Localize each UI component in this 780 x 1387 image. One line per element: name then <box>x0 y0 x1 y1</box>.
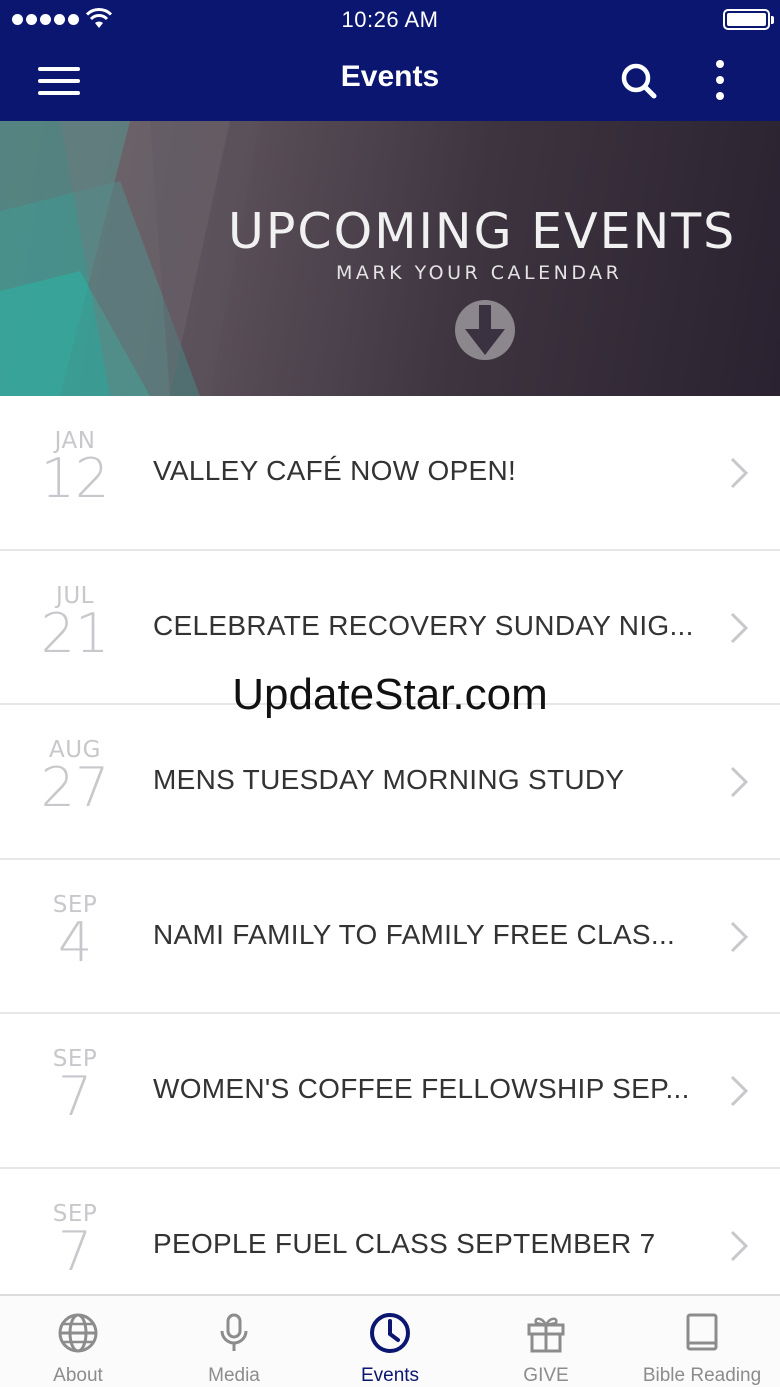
chevron-right-icon <box>730 766 749 798</box>
event-day: 7 <box>57 1065 93 1128</box>
event-day: 12 <box>40 447 110 510</box>
event-title: WOMEN'S COFFEE FELLOWSHIP SEP... <box>153 1073 690 1104</box>
tab-bible-reading[interactable]: Bible Reading <box>624 1296 780 1387</box>
list-item[interactable]: JAN 12 VALLEY CAFÉ NOW OPEN! <box>0 396 780 551</box>
list-item[interactable]: JUL 21 CELEBRATE RECOVERY SUNDAY NIG... <box>0 551 780 705</box>
tab-about[interactable]: About <box>0 1296 156 1387</box>
banner-subtitle: MARK YOUR CALENDAR <box>336 262 623 284</box>
tab-label: Events <box>360 1365 420 1386</box>
list-item[interactable]: SEP 7 WOMEN'S COFFEE FELLOWSHIP SEP... <box>0 1014 780 1169</box>
book-icon <box>686 1313 718 1351</box>
more-options-icon[interactable] <box>704 56 736 104</box>
event-date: JUL 21 <box>0 583 150 661</box>
tab-label: Media <box>208 1365 260 1386</box>
event-title: PEOPLE FUEL CLASS SEPTEMBER 7 <box>153 1227 656 1259</box>
event-day: 7 <box>57 1219 93 1283</box>
chevron-right-icon <box>730 921 749 952</box>
event-date: SEP 7 <box>0 1201 150 1279</box>
tab-label: GIVE <box>523 1365 569 1386</box>
chevron-right-icon <box>730 1075 749 1107</box>
list-item[interactable]: SEP 4 NAMI FAMILY TO FAMILY FREE CLAS... <box>0 860 780 1014</box>
globe-icon <box>58 1313 98 1353</box>
chevron-right-icon <box>730 612 749 643</box>
event-date: AUG 27 <box>0 737 150 815</box>
event-day: 4 <box>57 910 93 974</box>
event-title: MENS TUESDAY MORNING STUDY <box>153 764 625 795</box>
list-item[interactable]: SEP 7 PEOPLE FUEL CLASS SEPTEMBER 7 <box>0 1169 780 1295</box>
tab-give[interactable]: GIVE <box>468 1296 624 1387</box>
clock-icon <box>370 1313 410 1353</box>
list-item[interactable]: AUG 27 MENS TUESDAY MORNING STUDY <box>0 705 780 860</box>
tab-media[interactable]: Media <box>156 1296 312 1387</box>
chevron-right-icon <box>730 457 749 489</box>
tab-label: About <box>53 1365 103 1386</box>
event-date: JAN 12 <box>0 428 150 506</box>
event-title: NAMI FAMILY TO FAMILY FREE CLAS... <box>153 918 676 950</box>
status-time: 10:26 AM <box>341 7 439 32</box>
event-date: SEP 7 <box>0 1046 150 1124</box>
tab-label: Bible Reading <box>642 1365 762 1386</box>
event-title: CELEBRATE RECOVERY SUNDAY NIG... <box>153 609 694 641</box>
navigation-bar: Events <box>0 40 780 121</box>
events-list: JAN 12 VALLEY CAFÉ NOW OPEN! JUL 21 CELE… <box>0 396 780 1294</box>
event-title: VALLEY CAFÉ NOW OPEN! <box>153 455 517 486</box>
event-day: 21 <box>40 601 110 665</box>
event-date: SEP 4 <box>0 892 150 970</box>
top-bar: 10:26 AM Events <box>0 0 780 121</box>
tab-bar: About Media Events GIVE Bible Reading <box>0 1294 780 1387</box>
menu-button[interactable] <box>36 64 82 98</box>
tab-events[interactable]: Events <box>312 1296 468 1387</box>
banner-title: UPCOMING EVENTS <box>228 203 737 260</box>
search-icon[interactable] <box>614 56 662 104</box>
chevron-right-icon <box>730 1230 749 1261</box>
down-arrow-icon <box>455 300 515 360</box>
gift-icon <box>527 1317 565 1353</box>
microphone-icon <box>220 1313 248 1351</box>
upcoming-events-banner[interactable]: UPCOMING EVENTS MARK YOUR CALENDAR <box>0 121 780 396</box>
event-day: 27 <box>40 756 110 819</box>
status-bar: 10:26 AM <box>0 0 780 40</box>
battery-icon <box>723 9 774 30</box>
page-title: Events <box>340 60 440 93</box>
